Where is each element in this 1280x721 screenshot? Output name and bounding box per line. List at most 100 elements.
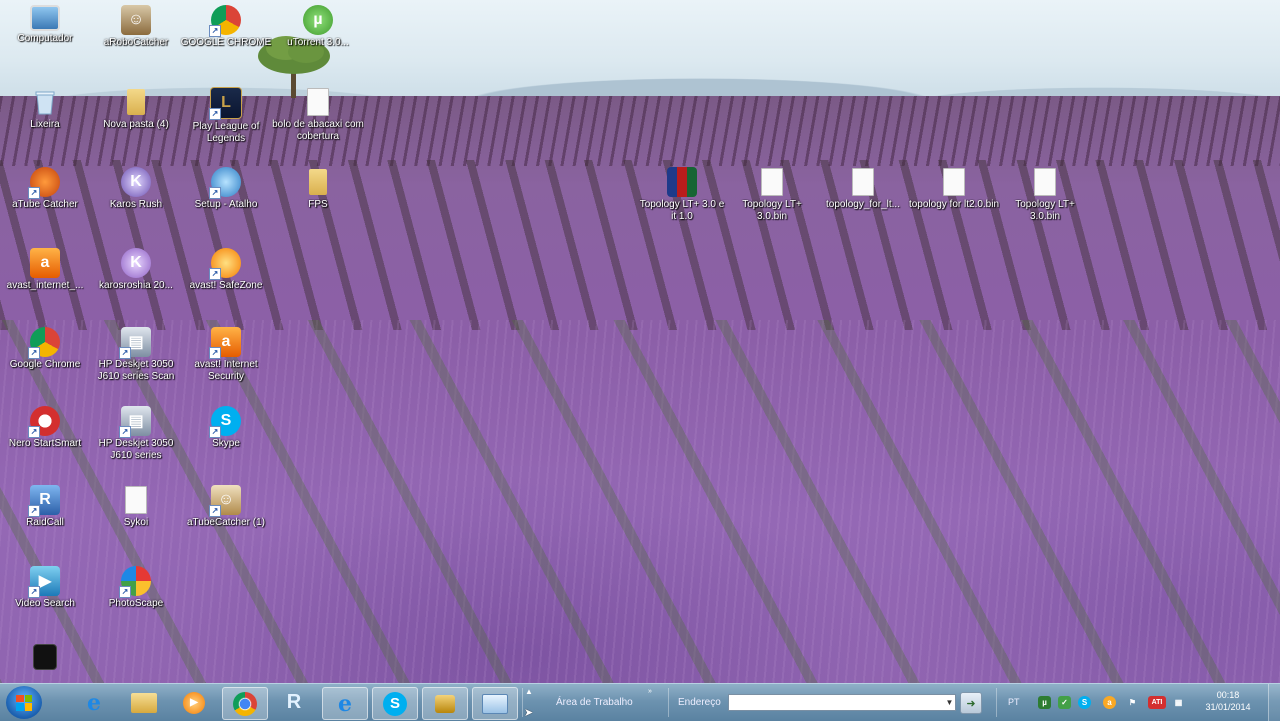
desktop-icon-fps[interactable]: FPS	[272, 167, 364, 241]
desktop-icon-raidcall[interactable]: R ↗ RaidCall	[0, 485, 91, 559]
mouse-cursor-icon: ➤	[524, 707, 534, 719]
printer-icon: ▤ ↗	[119, 327, 151, 359]
skype-icon: S ↗	[209, 406, 241, 438]
desktop-icon-nova-pasta[interactable]: Nova pasta (4)	[90, 87, 182, 161]
taskbar-separator	[668, 688, 669, 717]
desktop-icon-computador[interactable]: Computador	[0, 5, 91, 79]
chrome-icon: ↗	[209, 5, 241, 37]
desktop-toolbar-chevron-icon[interactable]: »	[648, 688, 652, 695]
desktop-icon-video-search[interactable]: ▶ ↗ Video Search	[0, 566, 91, 640]
desktop-icon-label: avast_internet_...	[6, 280, 84, 291]
desktop-icon-label: karosroshia 20...	[99, 280, 173, 291]
desktop-icon-label: Video Search	[15, 598, 75, 609]
desktop-icon-label: HP Deskjet 3050 J610 series	[98, 438, 174, 461]
desktop-icon-hp-deskjet[interactable]: ▤ ↗ HP Deskjet 3050 J610 series	[90, 406, 182, 480]
desktop-icon-topology-bin-2[interactable]: Topology LT+ 3.0.bin	[999, 167, 1091, 241]
desktop-icon-label: avast! SafeZone	[189, 280, 263, 291]
photoscape-icon: ↗	[119, 566, 151, 598]
desktop-icon-atubecatcher-1[interactable]: ☺ ↗ aTubeCatcher (1)	[180, 485, 272, 559]
setup-icon: ↗	[209, 167, 241, 199]
desktop-icon-topology-rar[interactable]: Topology LT+ 3.0 e it 1.0	[636, 167, 728, 241]
document-icon	[939, 167, 969, 197]
chevron-up-icon[interactable]: ▲	[525, 687, 533, 696]
desktop-icon-utorrent[interactable]: µ uTorrent 3.0...	[272, 5, 364, 79]
checkmark-tray-icon[interactable]: ✓	[1058, 696, 1071, 709]
atube-icon: ↗	[28, 167, 60, 199]
taskbar-ie2-button[interactable]: e	[322, 687, 368, 720]
window-icon	[482, 693, 508, 714]
desktop-icon-label: Lixeira	[30, 119, 60, 130]
document-icon	[121, 485, 151, 515]
clock-time: 00:18	[1216, 690, 1240, 700]
folder-icon	[121, 87, 151, 117]
taskbar-separator	[996, 688, 997, 717]
desktop-icon-avast-safezone[interactable]: ↗ avast! SafeZone	[180, 248, 272, 322]
desktop-toolbar-label[interactable]: Área de Trabalho	[556, 697, 633, 708]
desktop-icon-avast-internet-security[interactable]: a ↗ avast! Internet Security	[180, 327, 272, 401]
taskbar-raidcall-button[interactable]: R	[272, 687, 316, 718]
show-desktop-button[interactable]	[1268, 684, 1280, 721]
taskbar-ie-button[interactable]: e	[72, 687, 116, 718]
desktop-icon-google-chrome[interactable]: ↗ Google Chrome	[0, 327, 91, 401]
desktop-icon-sykoi[interactable]: Sykoi	[90, 485, 182, 559]
document-icon	[303, 87, 333, 117]
raidcall-icon: R ↗	[28, 485, 60, 517]
desktop-icon-label: Computador	[17, 33, 73, 44]
desktop-icon-label: Skype	[212, 438, 240, 449]
desktop-icon-karos-rush[interactable]: K Karos Rush	[90, 167, 182, 241]
desktop-icon-league-of-legends[interactable]: L ↗ Play League of Legends	[180, 87, 272, 161]
avast-tray-icon[interactable]: a	[1103, 696, 1116, 709]
taskbar-media-player-button[interactable]: ▶	[172, 687, 216, 718]
desktop-icon-black-window[interactable]	[0, 644, 91, 680]
desktop-icon-lixeira[interactable]: Lixeira	[0, 87, 91, 161]
start-button[interactable]	[6, 686, 42, 719]
taskbar-lock-app-button[interactable]	[422, 687, 468, 720]
desktop-icon-topology-for-lt[interactable]: topology_for_lt...	[817, 167, 909, 241]
desktop-icon-topology-for-lt2[interactable]: topology for lt2.0.bin	[908, 167, 1000, 241]
desktop-icon-avast-internet[interactable]: a avast_internet_...	[0, 248, 91, 322]
desktop-icon-hp-scan[interactable]: ▤ ↗ HP Deskjet 3050 J610 series Scan	[90, 327, 182, 401]
computer-icon	[30, 5, 60, 31]
flag-tray-icon[interactable]: ⚑	[1126, 696, 1139, 709]
desktop-icon-google-chrome-top[interactable]: ↗ GOOGLE CHROME	[180, 5, 272, 79]
language-indicator[interactable]: PT	[1008, 697, 1020, 707]
taskbar-window-app-button[interactable]	[472, 687, 518, 720]
system-clock[interactable]: 00:18 31/01/2014	[1196, 689, 1260, 713]
taskbar: e ▶ R e S ▲ ➤ Área de Trabalho » Endereç…	[0, 683, 1280, 721]
desktop-icon-label: Topology LT+ 3.0.bin	[1015, 199, 1075, 222]
desktop-icon-setup-atalho[interactable]: ↗ Setup - Atalho	[180, 167, 272, 241]
desktop-icon-label: topology_for_lt...	[826, 199, 900, 210]
taskbar-chrome-button[interactable]	[222, 687, 268, 720]
chrome-icon: ↗	[28, 327, 60, 359]
address-go-button[interactable]: ➜	[960, 692, 982, 714]
desktop-icon-label: aTube Catcher	[12, 199, 78, 210]
avast-icon: a	[30, 248, 60, 278]
desktop-icon-photoscape[interactable]: ↗ PhotoScape	[90, 566, 182, 640]
utorrent-tray-icon[interactable]: µ	[1038, 696, 1051, 709]
skype-icon: S	[383, 691, 407, 716]
ie-icon: e	[87, 689, 101, 716]
desktop-icon-label: Karos Rush	[109, 199, 163, 210]
desktop-icon-nero-startsmart[interactable]: ↗ Nero StartSmart	[0, 406, 91, 480]
skype-tray-icon[interactable]: S	[1078, 696, 1091, 709]
desktop-icon-label: Sykoi	[123, 517, 149, 528]
address-dropdown-icon[interactable]: ▼	[944, 695, 955, 710]
printer-icon: ▤ ↗	[119, 406, 151, 438]
desktop-icon-label: Nero StartSmart	[8, 438, 82, 449]
ati-tray-icon[interactable]: ATI	[1148, 696, 1166, 709]
desktop-icon-topology-bin-1[interactable]: Topology LT+ 3.0.bin	[726, 167, 818, 241]
taskbar-explorer-button[interactable]	[122, 687, 166, 718]
desktop-icon-arobocatcher[interactable]: ☺ aRoboCatcher	[90, 5, 182, 79]
desktop-icon-label: aTubeCatcher (1)	[187, 517, 265, 528]
desktop-icon-label: aRoboCatcher	[103, 37, 169, 48]
taskbar-skype-button[interactable]: S	[372, 687, 418, 720]
robot-app-icon: ☺	[121, 5, 151, 35]
desktop-icon-skype[interactable]: S ↗ Skype	[180, 406, 272, 480]
folder-icon	[131, 692, 157, 713]
network-tray-icon[interactable]: ▦	[1172, 696, 1185, 709]
desktop-icon-label: uTorrent 3.0...	[287, 37, 349, 48]
address-input[interactable]	[728, 694, 956, 711]
desktop-icon-bolo-de-abacaxi[interactable]: bolo de abacaxi com cobertura	[272, 87, 364, 161]
desktop-icon-karosroshia[interactable]: K karosroshia 20...	[90, 248, 182, 322]
desktop-icon-atube-catcher[interactable]: ↗ aTube Catcher	[0, 167, 91, 241]
